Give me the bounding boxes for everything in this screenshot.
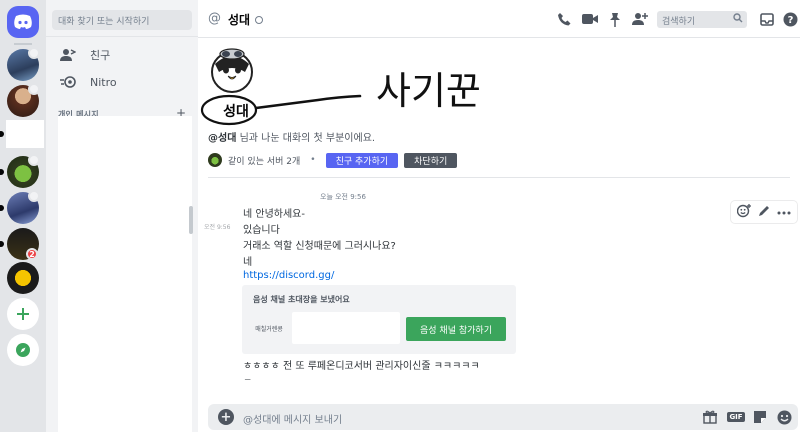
nitro-icon bbox=[60, 74, 76, 90]
help-icon[interactable]: ? bbox=[782, 11, 798, 27]
add-friend-button[interactable]: 친구 추가하기 bbox=[325, 152, 399, 168]
sidebar-item-label: 친구 bbox=[90, 49, 111, 62]
voice-call-icon[interactable] bbox=[556, 11, 572, 27]
video-call-icon[interactable] bbox=[582, 11, 598, 27]
message-input[interactable]: @성대에 메시지 보내기 bbox=[243, 411, 342, 426]
message-line-cutoff: ㅋ bbox=[243, 374, 253, 380]
gif-label: GIF bbox=[727, 412, 745, 422]
welcome-description: @성대 님과 나눈 대화의 첫 부분이에요. bbox=[208, 129, 375, 144]
message-timestamp: 오전 9:56 bbox=[204, 224, 231, 231]
day-divider bbox=[208, 177, 790, 178]
redacted-dm-list bbox=[58, 116, 192, 432]
compass-icon bbox=[16, 343, 30, 357]
add-reaction-icon[interactable] bbox=[737, 203, 752, 221]
server-speaker-badge bbox=[28, 154, 40, 166]
invite-server-info bbox=[292, 312, 400, 344]
explore-servers-button[interactable] bbox=[7, 334, 39, 366]
sticker-icon[interactable] bbox=[752, 409, 768, 425]
unread-indicator bbox=[0, 241, 4, 247]
welcome-username: 성대 bbox=[223, 104, 249, 120]
welcome-description-text: 님과 나눈 대화의 첫 부분이에요. bbox=[236, 133, 376, 144]
handwritten-text: 사기꾼 bbox=[376, 69, 481, 113]
chat-main: @ 성대 검색하기 ? 성대 사기꾼 @성대 님과 나눈 대화의 첫 부분이에요… bbox=[198, 0, 800, 432]
at-sign-icon: @ bbox=[208, 11, 221, 26]
message-actions-toolbar bbox=[731, 201, 797, 223]
sidebar-scrollbar[interactable] bbox=[189, 206, 193, 234]
message-line: 거래소 역할 신청때문에 그러시나요? bbox=[243, 241, 396, 252]
channel-title: 성대 bbox=[228, 13, 251, 27]
block-button[interactable]: 차단하기 bbox=[404, 152, 458, 168]
dm-search-input[interactable]: 대화 찾기 또는 시작하기 bbox=[52, 10, 192, 30]
server-icon-la[interactable] bbox=[7, 262, 39, 294]
voice-invite-card: 음성 채널 초대장을 보냈어요 매칠거렌콩 음성 채널 참가하기 bbox=[242, 285, 516, 354]
welcome-mention: @성대 bbox=[208, 133, 237, 144]
unread-indicator bbox=[0, 205, 4, 211]
sidebar-item-nitro[interactable]: Nitro bbox=[52, 70, 192, 94]
message-line: 네 bbox=[243, 257, 253, 268]
search-icon bbox=[733, 13, 743, 26]
add-server-button[interactable] bbox=[7, 298, 39, 330]
invite-link[interactable]: https://discord.gg/ bbox=[243, 270, 334, 281]
message-line: 네 안녕하세요- bbox=[243, 209, 305, 220]
add-member-icon[interactable] bbox=[632, 11, 648, 27]
edit-pencil-icon[interactable] bbox=[758, 205, 770, 220]
gif-icon[interactable]: GIF bbox=[727, 409, 745, 425]
gift-icon[interactable] bbox=[702, 409, 718, 425]
chat-header: @ 성대 검색하기 ? bbox=[198, 0, 800, 38]
server-rail: 2 bbox=[0, 0, 46, 432]
message-composer[interactable]: + @성대에 메시지 보내기 GIF bbox=[208, 404, 798, 430]
invite-title: 음성 채널 초대장을 보냈어요 bbox=[253, 295, 350, 304]
server-speaker-badge bbox=[28, 190, 40, 202]
server-speaker-badge bbox=[28, 83, 40, 95]
unread-indicator bbox=[0, 131, 4, 137]
join-voice-channel-button[interactable]: 음성 채널 참가하기 bbox=[406, 317, 506, 341]
invite-server-name: 매칠거렌콩 bbox=[255, 325, 283, 333]
friends-icon bbox=[60, 47, 76, 63]
rail-separator bbox=[14, 43, 32, 45]
message-line: ㅎㅎㅎㅎ 전 또 루페온디코서버 관리자이신줄 ㅋㅋㅋㅋㅋ bbox=[243, 361, 480, 372]
more-options-icon[interactable] bbox=[777, 207, 791, 218]
search-placeholder: 검색하기 bbox=[662, 17, 696, 27]
sidebar-item-friends[interactable]: 친구 bbox=[52, 43, 192, 67]
inbox-icon[interactable] bbox=[759, 11, 775, 27]
unread-indicator bbox=[0, 169, 4, 175]
sidebar-divider bbox=[46, 36, 198, 37]
upload-plus-icon[interactable]: + bbox=[218, 409, 234, 425]
server-speaker-badge bbox=[28, 47, 40, 59]
sidebar-item-label: Nitro bbox=[90, 75, 117, 89]
message-search-input[interactable]: 검색하기 bbox=[657, 11, 747, 28]
mutual-servers-text[interactable]: 같이 있는 서버 2개 bbox=[228, 154, 300, 167]
discord-logo-icon bbox=[14, 14, 32, 29]
svg-text:?: ? bbox=[787, 15, 793, 26]
redacted-area bbox=[6, 120, 44, 148]
mention-badge: 2 bbox=[26, 248, 38, 260]
mutual-servers-row: 같이 있는 서버 2개 • 친구 추가하기 차단하기 bbox=[208, 152, 458, 168]
message-line: 있습니다 bbox=[243, 225, 280, 236]
offline-status-icon bbox=[255, 16, 263, 24]
mutual-server-icon[interactable] bbox=[208, 153, 222, 167]
date-divider-label: 오늘 오전 9:56 bbox=[318, 192, 368, 202]
pin-icon[interactable] bbox=[607, 11, 623, 27]
bullet-separator: • bbox=[310, 155, 316, 165]
plus-icon bbox=[17, 308, 29, 320]
emoji-icon[interactable] bbox=[776, 409, 792, 425]
discord-home-button[interactable] bbox=[7, 6, 39, 38]
user-avatar bbox=[211, 48, 253, 93]
